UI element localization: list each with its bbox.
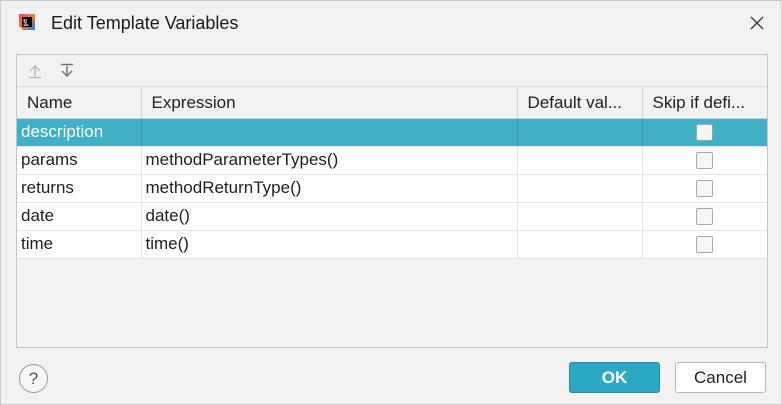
skip-if-defined-cell bbox=[642, 174, 767, 203]
expression-cell[interactable]: time() bbox=[141, 230, 518, 259]
variables-table: Name Expression Default val... Skip if d… bbox=[17, 88, 767, 259]
close-button[interactable] bbox=[743, 9, 771, 37]
name-cell[interactable]: description bbox=[17, 118, 142, 147]
default-value-cell[interactable] bbox=[517, 230, 643, 259]
column-header-name[interactable]: Name bbox=[17, 88, 142, 119]
skip-if-defined-checkbox[interactable] bbox=[696, 208, 714, 226]
arrow-down-icon bbox=[61, 63, 73, 77]
skip-if-defined-checkbox[interactable] bbox=[696, 236, 714, 254]
skip-if-defined-cell bbox=[642, 146, 767, 175]
table-row[interactable]: params methodParameterTypes() bbox=[17, 146, 767, 175]
column-header-skip-if-defined[interactable]: Skip if defi... bbox=[642, 88, 767, 119]
skip-if-defined-cell bbox=[642, 118, 767, 147]
skip-if-defined-checkbox[interactable] bbox=[696, 180, 714, 198]
column-header-expression[interactable]: Expression bbox=[141, 88, 518, 119]
default-value-cell[interactable] bbox=[517, 118, 643, 147]
expression-cell[interactable]: methodParameterTypes() bbox=[141, 146, 518, 175]
skip-if-defined-cell bbox=[642, 230, 767, 259]
close-icon bbox=[750, 16, 764, 30]
move-up-button[interactable] bbox=[24, 60, 46, 82]
cancel-button[interactable]: Cancel bbox=[675, 362, 766, 393]
help-button[interactable]: ? bbox=[19, 364, 48, 393]
table-row[interactable]: returns methodReturnType() bbox=[17, 174, 767, 203]
table-row[interactable]: description bbox=[17, 118, 767, 147]
edit-template-variables-dialog: IJ Edit Template Variables Name Expressi… bbox=[0, 0, 782, 405]
expression-cell[interactable]: date() bbox=[141, 202, 518, 231]
variables-panel: Name Expression Default val... Skip if d… bbox=[16, 54, 768, 348]
svg-text:IJ: IJ bbox=[23, 19, 27, 25]
default-value-cell[interactable] bbox=[517, 174, 643, 203]
expression-cell[interactable] bbox=[141, 118, 518, 147]
default-value-cell[interactable] bbox=[517, 146, 643, 175]
dialog-title: Edit Template Variables bbox=[51, 13, 239, 33]
table-toolbar bbox=[17, 55, 767, 87]
variables-table-area: Name Expression Default val... Skip if d… bbox=[17, 88, 767, 347]
name-cell[interactable]: date bbox=[17, 202, 142, 231]
name-cell[interactable]: time bbox=[17, 230, 142, 259]
name-cell[interactable]: params bbox=[17, 146, 142, 175]
ok-button[interactable]: OK bbox=[569, 362, 660, 393]
arrow-up-icon bbox=[29, 65, 41, 79]
column-header-default-value[interactable]: Default val... bbox=[517, 88, 643, 119]
skip-if-defined-checkbox[interactable] bbox=[696, 152, 714, 170]
move-down-button[interactable] bbox=[56, 60, 78, 82]
skip-if-defined-cell bbox=[642, 202, 767, 231]
table-row[interactable]: time time() bbox=[17, 230, 767, 259]
default-value-cell[interactable] bbox=[517, 202, 643, 231]
name-cell[interactable]: returns bbox=[17, 174, 142, 203]
table-header-row: Name Expression Default val... Skip if d… bbox=[17, 88, 767, 119]
table-row[interactable]: date date() bbox=[17, 202, 767, 231]
skip-if-defined-checkbox[interactable] bbox=[696, 124, 714, 142]
intellij-idea-icon: IJ bbox=[17, 12, 37, 32]
expression-cell[interactable]: methodReturnType() bbox=[141, 174, 518, 203]
title-bar: IJ Edit Template Variables bbox=[1, 1, 781, 45]
